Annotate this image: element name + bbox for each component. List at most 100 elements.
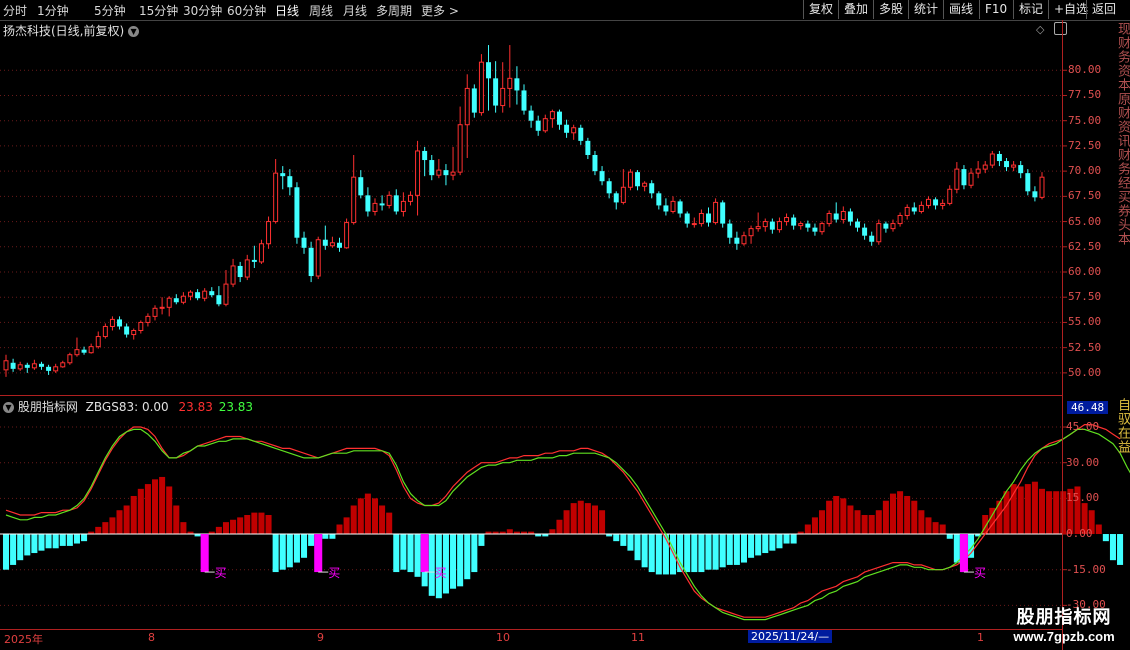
histogram-bar	[613, 534, 620, 542]
candle	[847, 208, 853, 226]
candle	[159, 297, 165, 315]
histogram-bar	[591, 505, 598, 535]
buy-signal-label: 买	[435, 566, 447, 580]
price-tick-label: 72.50	[1068, 138, 1102, 152]
chevron-down-icon[interactable]: ▼	[3, 402, 14, 413]
histogram-bar	[329, 534, 336, 539]
candle	[606, 178, 612, 199]
candle	[322, 225, 328, 250]
candle	[698, 209, 704, 227]
candle	[294, 182, 300, 244]
side-panel-tabs-lower[interactable]: 自驭在益	[1113, 398, 1130, 468]
histogram-bar	[215, 526, 222, 535]
candle	[691, 217, 697, 228]
candle	[102, 323, 108, 339]
histogram-bar	[428, 534, 435, 596]
histogram-bar	[222, 522, 229, 535]
candle	[663, 198, 669, 216]
histogram-bar	[627, 534, 634, 551]
histogram-bar	[819, 510, 826, 535]
date-label-nov: 11	[631, 631, 645, 644]
candle	[833, 202, 839, 223]
price-tick-label: 50.00	[1068, 365, 1102, 379]
price-tick-label: 57.50	[1068, 290, 1102, 304]
candle	[776, 217, 782, 233]
candle	[38, 361, 44, 370]
candle	[684, 211, 690, 228]
buy-signal-label: 买	[328, 566, 340, 580]
candle	[741, 231, 747, 246]
histogram-bar	[350, 505, 357, 535]
histogram-bar	[95, 526, 102, 535]
candle	[407, 191, 413, 206]
kline-chart[interactable]: 买买买买	[0, 0, 1130, 650]
candle	[549, 109, 555, 128]
candle	[798, 221, 804, 230]
price-tick-label: 60.00	[1068, 265, 1102, 278]
price-tick-label: 77.50	[1068, 88, 1102, 102]
site-watermark: 股朋指标网 www.7gpzb.com	[1002, 603, 1126, 644]
candle	[514, 66, 520, 105]
candle	[890, 219, 896, 232]
histogram-bar	[875, 510, 882, 535]
candle	[109, 316, 115, 331]
histogram-bar	[1053, 491, 1060, 535]
histogram-bar	[946, 534, 953, 539]
candle	[195, 289, 201, 301]
candle	[769, 218, 775, 234]
candle	[791, 214, 797, 230]
watermark-title: 股朋指标网	[1016, 607, 1112, 627]
histogram-bar	[691, 534, 698, 573]
candle	[954, 162, 960, 194]
price-tick-label: 70.00	[1068, 164, 1102, 178]
candle	[897, 212, 903, 227]
candle	[457, 106, 463, 176]
candle	[301, 231, 307, 254]
candle	[500, 62, 506, 113]
candle	[60, 360, 66, 368]
histogram-bar	[577, 500, 584, 535]
date-label-year: 2025年	[4, 633, 43, 646]
histogram-bar	[2, 534, 10, 570]
candle	[230, 258, 236, 288]
candle	[166, 296, 172, 317]
candle	[1004, 158, 1010, 172]
price-tick-label: 75.00	[1068, 113, 1102, 127]
candle	[883, 221, 889, 233]
histogram-bar	[251, 512, 258, 535]
date-label-sep: 9	[317, 631, 324, 644]
histogram-bar	[918, 510, 925, 535]
histogram-bar	[698, 534, 705, 573]
histogram-bar	[1010, 484, 1017, 535]
histogram-bar	[343, 517, 350, 535]
histogram-bar	[230, 519, 237, 535]
histogram-bar	[897, 491, 904, 535]
indicator-tick-label: 45.00	[1066, 420, 1100, 434]
candle	[947, 185, 953, 206]
histogram-bar	[414, 534, 421, 577]
histogram-bar	[705, 534, 712, 570]
histogram-bar	[769, 534, 776, 551]
histogram-bar	[137, 488, 144, 535]
candle	[507, 45, 513, 108]
side-panel-tabs[interactable]: 现财务资本原财资讯财务经买券头本	[1113, 22, 1130, 390]
histogram-bar	[301, 534, 308, 558]
histogram-bar	[265, 515, 272, 535]
candle	[493, 61, 499, 113]
candle	[280, 166, 286, 190]
buy-signal-bar	[959, 534, 968, 573]
histogram-bar	[1117, 534, 1124, 565]
price-tick-label: 80.00	[1068, 63, 1102, 77]
candle	[273, 159, 279, 224]
histogram-bar	[336, 524, 343, 535]
price-tick-label: 67.50	[1068, 189, 1102, 203]
buy-signal-label: 买	[974, 566, 986, 580]
candle	[755, 212, 761, 232]
histogram-bar	[755, 534, 762, 556]
histogram-bar	[655, 534, 662, 575]
candle	[173, 294, 179, 305]
candle	[706, 207, 711, 227]
histogram-bar	[31, 534, 38, 554]
candle	[244, 254, 250, 281]
candle	[315, 236, 321, 280]
